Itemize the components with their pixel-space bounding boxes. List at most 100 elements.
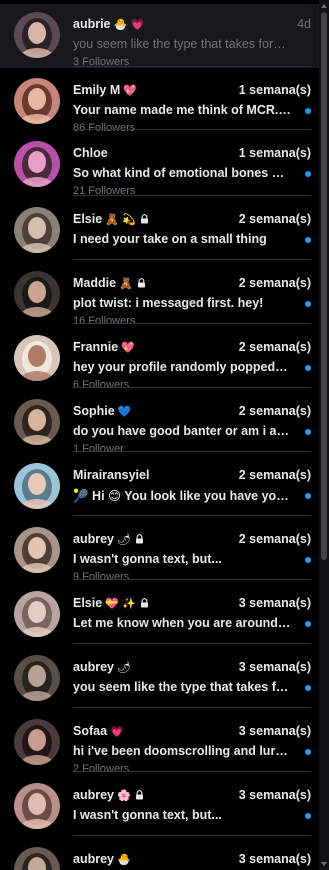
follower-count: 16 Followers xyxy=(73,315,136,327)
avatar[interactable] xyxy=(14,335,60,381)
unread-dot-icon xyxy=(305,813,311,819)
row-divider xyxy=(73,643,311,644)
message-preview: I wasn't gonna text, but... xyxy=(73,552,222,566)
follower-count: 6 Followers xyxy=(73,379,130,391)
conversation-row[interactable]: Mirairansyiel 2 semana(s) 🎾 Hi 😊 You look … xyxy=(0,455,319,519)
avatar[interactable] xyxy=(14,141,60,187)
unread-dot-icon xyxy=(305,621,311,627)
row-divider xyxy=(73,387,311,388)
contact-name: aubrie 🐣 💗 xyxy=(73,17,144,31)
unread-dot-icon xyxy=(305,429,311,435)
timestamp: 2 semana(s) xyxy=(238,276,311,290)
timestamp: 1 semana(s) xyxy=(238,83,311,97)
conversation-row[interactable]: Maddie 🧸 2 semana(s) plot twist: i messaged… xyxy=(0,263,319,327)
scrollbar[interactable] xyxy=(319,0,329,870)
conversation-row[interactable]: Emily M 💖 1 semana(s) Your name made me thi… xyxy=(0,70,319,134)
row-divider xyxy=(73,579,311,580)
conversation-row[interactable]: aubrey 🌶 3 semana(s) you seem like the type… xyxy=(0,647,319,711)
contact-name: Sophie 💙 xyxy=(73,404,131,418)
conversation-row[interactable]: Chloe 1 semana(s) So what kind of emotiona… xyxy=(0,133,319,197)
conversation-row[interactable]: Elsie 🧸 💫 2 semana(s) I need your take on a… xyxy=(0,199,319,263)
row-divider xyxy=(73,707,311,708)
contact-name-text: Frannie xyxy=(73,340,119,354)
name-emoji: 🌶 xyxy=(117,661,131,674)
unread-dot-icon xyxy=(305,108,311,114)
contact-name: aubrey 🌸 xyxy=(73,788,144,802)
conversation-row[interactable]: aubrey 🌸 3 semana(s) I wasn't gonna text, b… xyxy=(0,775,319,839)
message-preview: you seem like the type that takes foreve… xyxy=(73,37,291,51)
name-emoji: 💗 xyxy=(110,725,124,738)
row-divider xyxy=(73,835,311,836)
lock-icon xyxy=(135,534,143,544)
contact-name-text: Sophie xyxy=(73,404,115,418)
unread-dot-icon xyxy=(305,493,311,499)
row-divider xyxy=(73,451,311,452)
row-divider xyxy=(73,66,311,67)
avatar[interactable] xyxy=(14,78,60,124)
avatar[interactable] xyxy=(14,847,60,870)
message-preview: Your name made me think of MCR. D... xyxy=(73,103,291,117)
contact-name-text: Mirairansyiel xyxy=(73,468,150,482)
message-preview: I wasn't gonna text, but... xyxy=(73,808,222,822)
avatar[interactable] xyxy=(14,527,60,573)
chevron-up-icon[interactable] xyxy=(321,4,327,8)
contact-name: aubrey 🌶 xyxy=(73,532,144,546)
contact-name: Emily M 💖 xyxy=(73,83,137,97)
avatar[interactable] xyxy=(14,207,60,253)
name-emoji: 💖 xyxy=(121,341,135,354)
name-emoji: 💖 xyxy=(123,84,137,97)
message-preview: So what kind of emotional bones are ... xyxy=(73,166,291,180)
message-preview: 🎾 Hi 😊 You look like you have your ... xyxy=(73,489,291,503)
conversation-row[interactable]: aubrey🐣3 semana(s)hey, I had to ask you … xyxy=(0,839,319,870)
unread-dot-icon xyxy=(305,301,311,307)
message-preview: I need your take on a small thing xyxy=(73,232,267,246)
timestamp: 3 semana(s) xyxy=(238,852,311,866)
avatar[interactable] xyxy=(14,655,60,701)
contact-name-text: aubrey xyxy=(73,660,114,674)
contact-name-text: Elsie xyxy=(73,212,103,226)
scrollbar-thumb[interactable] xyxy=(321,12,327,560)
contact-name-text: aubrey xyxy=(73,788,114,802)
unread-dot-icon xyxy=(305,557,311,563)
row-divider xyxy=(73,195,311,196)
unread-dot-icon xyxy=(305,365,311,371)
avatar[interactable] xyxy=(14,783,60,829)
conversation-row[interactable]: aubrie 🐣 💗 4d you seem like the type that t… xyxy=(0,4,319,68)
timestamp: 3 semana(s) xyxy=(238,596,311,610)
follower-count: 1 Follower xyxy=(73,443,124,455)
avatar[interactable] xyxy=(14,591,60,637)
avatar[interactable] xyxy=(14,399,60,445)
avatar[interactable] xyxy=(14,463,60,509)
name-emoji: 🧸 💫 xyxy=(105,213,137,226)
avatar[interactable] xyxy=(14,719,60,765)
name-emoji: 🌸 xyxy=(117,789,131,802)
lock-icon xyxy=(141,598,149,608)
timestamp: 2 semana(s) xyxy=(238,404,311,418)
follower-count: 9 Followers xyxy=(73,571,130,583)
unread-dot-icon xyxy=(305,749,311,755)
conversation-row[interactable]: aubrey 🌶 2 semana(s) I wasn't gonna text, b… xyxy=(0,519,319,583)
avatar[interactable] xyxy=(14,271,60,317)
message-preview: you seem like the type that takes fore..… xyxy=(73,680,291,694)
contact-name: Sofaa 💗 xyxy=(73,724,124,738)
avatar[interactable] xyxy=(14,12,60,58)
conversation-row[interactable]: Sophie 💙 2 semana(s) do you have good bante… xyxy=(0,391,319,455)
contact-name-text: Sofaa xyxy=(73,724,108,738)
conversation-row[interactable]: Elsie 💝 ✨ 3 semana(s) Let me know when you … xyxy=(0,583,319,647)
conversation-row[interactable]: Frannie 💖 2 semana(s) hey your profile rand… xyxy=(0,327,319,391)
chevron-down-icon[interactable] xyxy=(321,862,327,866)
contact-name-text: Elsie xyxy=(73,596,103,610)
lock-icon xyxy=(135,790,143,800)
timestamp: 4d xyxy=(297,17,311,31)
name-emoji: 🐣 💗 xyxy=(113,18,145,31)
row-divider xyxy=(73,129,311,130)
unread-dot-icon xyxy=(305,685,311,691)
unread-dot-icon xyxy=(305,237,311,243)
conversation-row[interactable]: Sofaa 💗 3 semana(s) hi i've been doomscroll… xyxy=(0,711,319,775)
contact-name: aubrey 🐣 xyxy=(73,852,131,866)
timestamp: 1 semana(s) xyxy=(238,146,311,160)
contact-name-text: Emily M xyxy=(73,83,121,97)
timestamp: 3 semana(s) xyxy=(238,724,311,738)
timestamp: 3 semana(s) xyxy=(238,788,311,802)
message-preview: hey your profile randomly popped up ... xyxy=(73,360,291,374)
